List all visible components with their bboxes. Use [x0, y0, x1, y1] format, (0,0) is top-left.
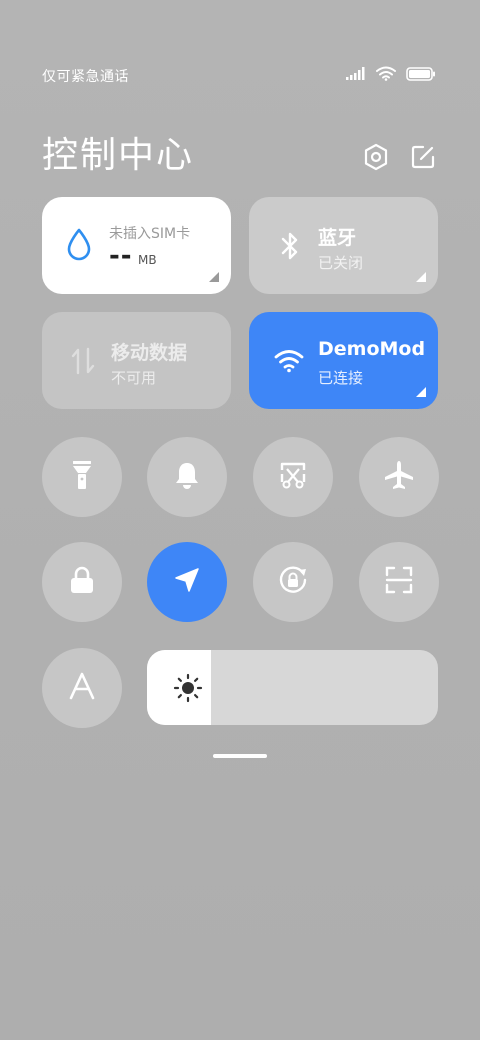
bluetooth-icon	[275, 231, 305, 261]
scanner-toggle[interactable]	[359, 542, 439, 622]
sun-icon	[173, 673, 203, 703]
rotation-lock-toggle[interactable]	[253, 542, 333, 622]
font-icon	[68, 671, 96, 705]
bluetooth-tile[interactable]: 蓝牙 已关闭	[249, 197, 438, 294]
location-toggle[interactable]	[147, 542, 227, 622]
status-bar: 仅可紧急通话	[0, 0, 480, 100]
bell-icon	[173, 460, 201, 494]
data-usage-tile[interactable]: 未插入SIM卡 -- MB	[42, 197, 231, 294]
home-indicator[interactable]	[213, 754, 267, 758]
flashlight-icon	[71, 459, 93, 495]
wifi-status-icon	[376, 66, 396, 85]
status-icons	[346, 66, 436, 85]
mobile-data-status: 不可用	[111, 369, 157, 387]
flashlight-toggle[interactable]	[42, 437, 122, 517]
edit-icon	[410, 144, 436, 174]
data-usage-unit: MB	[138, 253, 157, 267]
settings-button[interactable]	[361, 143, 391, 175]
brightness-slider[interactable]	[147, 650, 438, 725]
airplane-icon	[383, 459, 415, 495]
data-usage-value: --	[109, 241, 133, 271]
water-drop-icon	[64, 228, 94, 261]
airplane-mode-toggle[interactable]	[359, 437, 439, 517]
mobile-data-tile[interactable]: 移动数据 不可用	[42, 312, 231, 409]
font-size-toggle[interactable]	[42, 648, 122, 728]
signal-icon	[346, 66, 366, 85]
battery-icon	[406, 66, 436, 85]
mobile-data-icon	[68, 346, 98, 376]
data-usage-label: 未插入SIM卡	[109, 226, 191, 242]
bluetooth-title: 蓝牙	[318, 227, 357, 249]
rotation-lock-icon	[277, 564, 309, 600]
mobile-data-title: 移动数据	[111, 342, 188, 364]
lock-icon	[69, 565, 95, 599]
status-carrier-text: 仅可紧急通话	[42, 69, 129, 85]
page-title: 控制中心	[42, 135, 195, 176]
screenshot-toggle[interactable]	[253, 437, 333, 517]
ringer-toggle[interactable]	[147, 437, 227, 517]
bluetooth-status: 已关闭	[318, 254, 364, 272]
screen-lock-toggle[interactable]	[42, 542, 122, 622]
edit-button[interactable]	[408, 144, 438, 174]
screenshot-icon	[278, 460, 308, 494]
wifi-status: 已连接	[318, 369, 364, 387]
gear-icon	[363, 143, 389, 175]
wifi-tile[interactable]: DemoMode 已连接	[249, 312, 438, 409]
location-icon	[173, 566, 201, 598]
wifi-icon	[274, 346, 304, 376]
wifi-title: DemoMode	[318, 338, 426, 360]
scanner-icon	[384, 565, 414, 599]
